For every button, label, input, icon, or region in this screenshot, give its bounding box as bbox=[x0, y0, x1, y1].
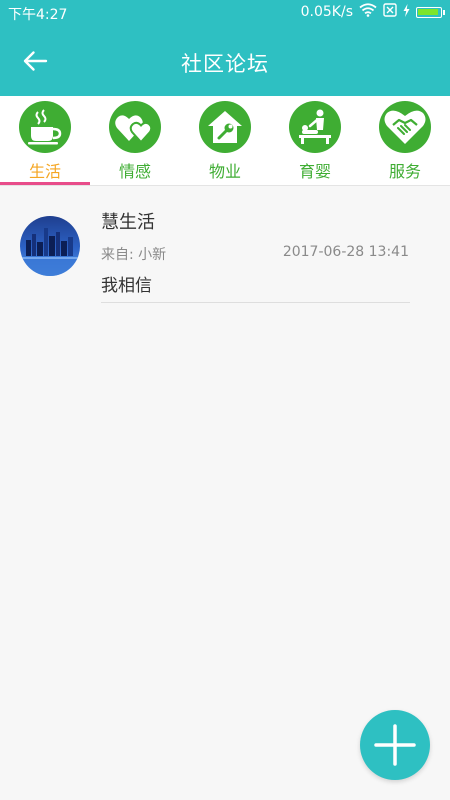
charging-icon bbox=[403, 3, 410, 21]
network-speed: 0.05K/s bbox=[300, 4, 353, 20]
tab-service[interactable]: 服务 bbox=[360, 96, 450, 185]
app-screen: 下午4:27 0.05K/s 社区论坛 生活 情感 物业 育婴 服务 慧生活 来… bbox=[0, 0, 450, 800]
tab-property[interactable]: 物业 bbox=[180, 96, 270, 185]
tab-emotion[interactable]: 情感 bbox=[90, 96, 180, 185]
status-indicators: 0.05K/s bbox=[300, 3, 445, 21]
battery-level bbox=[418, 8, 438, 15]
tab-label: 生活 bbox=[28, 162, 61, 181]
tab-life[interactable]: 生活 bbox=[0, 96, 90, 185]
status-bar: 下午4:27 0.05K/s bbox=[0, 0, 450, 26]
tab-baby[interactable]: 育婴 bbox=[270, 96, 360, 185]
wifi-icon bbox=[359, 3, 377, 21]
avatar bbox=[20, 216, 80, 276]
battery-icon bbox=[416, 6, 445, 18]
post-title: 慧生活 bbox=[101, 212, 155, 233]
title-bar: 社区论坛 bbox=[0, 26, 450, 96]
post-date: 2017-06-28 13:41 bbox=[282, 244, 409, 260]
post-list-item[interactable]: 慧生活 来自: 小新 2017-06-28 13:41 我相信 bbox=[0, 186, 450, 304]
sim-disabled-icon bbox=[383, 3, 397, 21]
coffee-cup-icon bbox=[19, 101, 71, 153]
tab-label: 育婴 bbox=[298, 162, 331, 181]
handshake-heart-icon bbox=[379, 101, 431, 153]
post-content: 我相信 bbox=[101, 276, 152, 296]
category-tabs: 生活 情感 物业 育婴 服务 bbox=[0, 96, 450, 186]
baby-care-icon bbox=[289, 101, 341, 153]
add-post-button[interactable] bbox=[360, 710, 430, 780]
status-time: 下午4:27 bbox=[8, 7, 68, 23]
page-title: 社区论坛 bbox=[181, 52, 269, 76]
plus-icon bbox=[374, 724, 416, 766]
tab-label: 服务 bbox=[388, 162, 421, 181]
tab-label: 物业 bbox=[208, 162, 241, 181]
post-author: 来自: 小新 bbox=[101, 247, 167, 263]
tab-label: 情感 bbox=[118, 162, 151, 181]
tab-active-indicator bbox=[0, 182, 90, 185]
house-wrench-icon bbox=[199, 101, 251, 153]
post-divider bbox=[101, 302, 410, 303]
hearts-icon bbox=[109, 101, 161, 153]
